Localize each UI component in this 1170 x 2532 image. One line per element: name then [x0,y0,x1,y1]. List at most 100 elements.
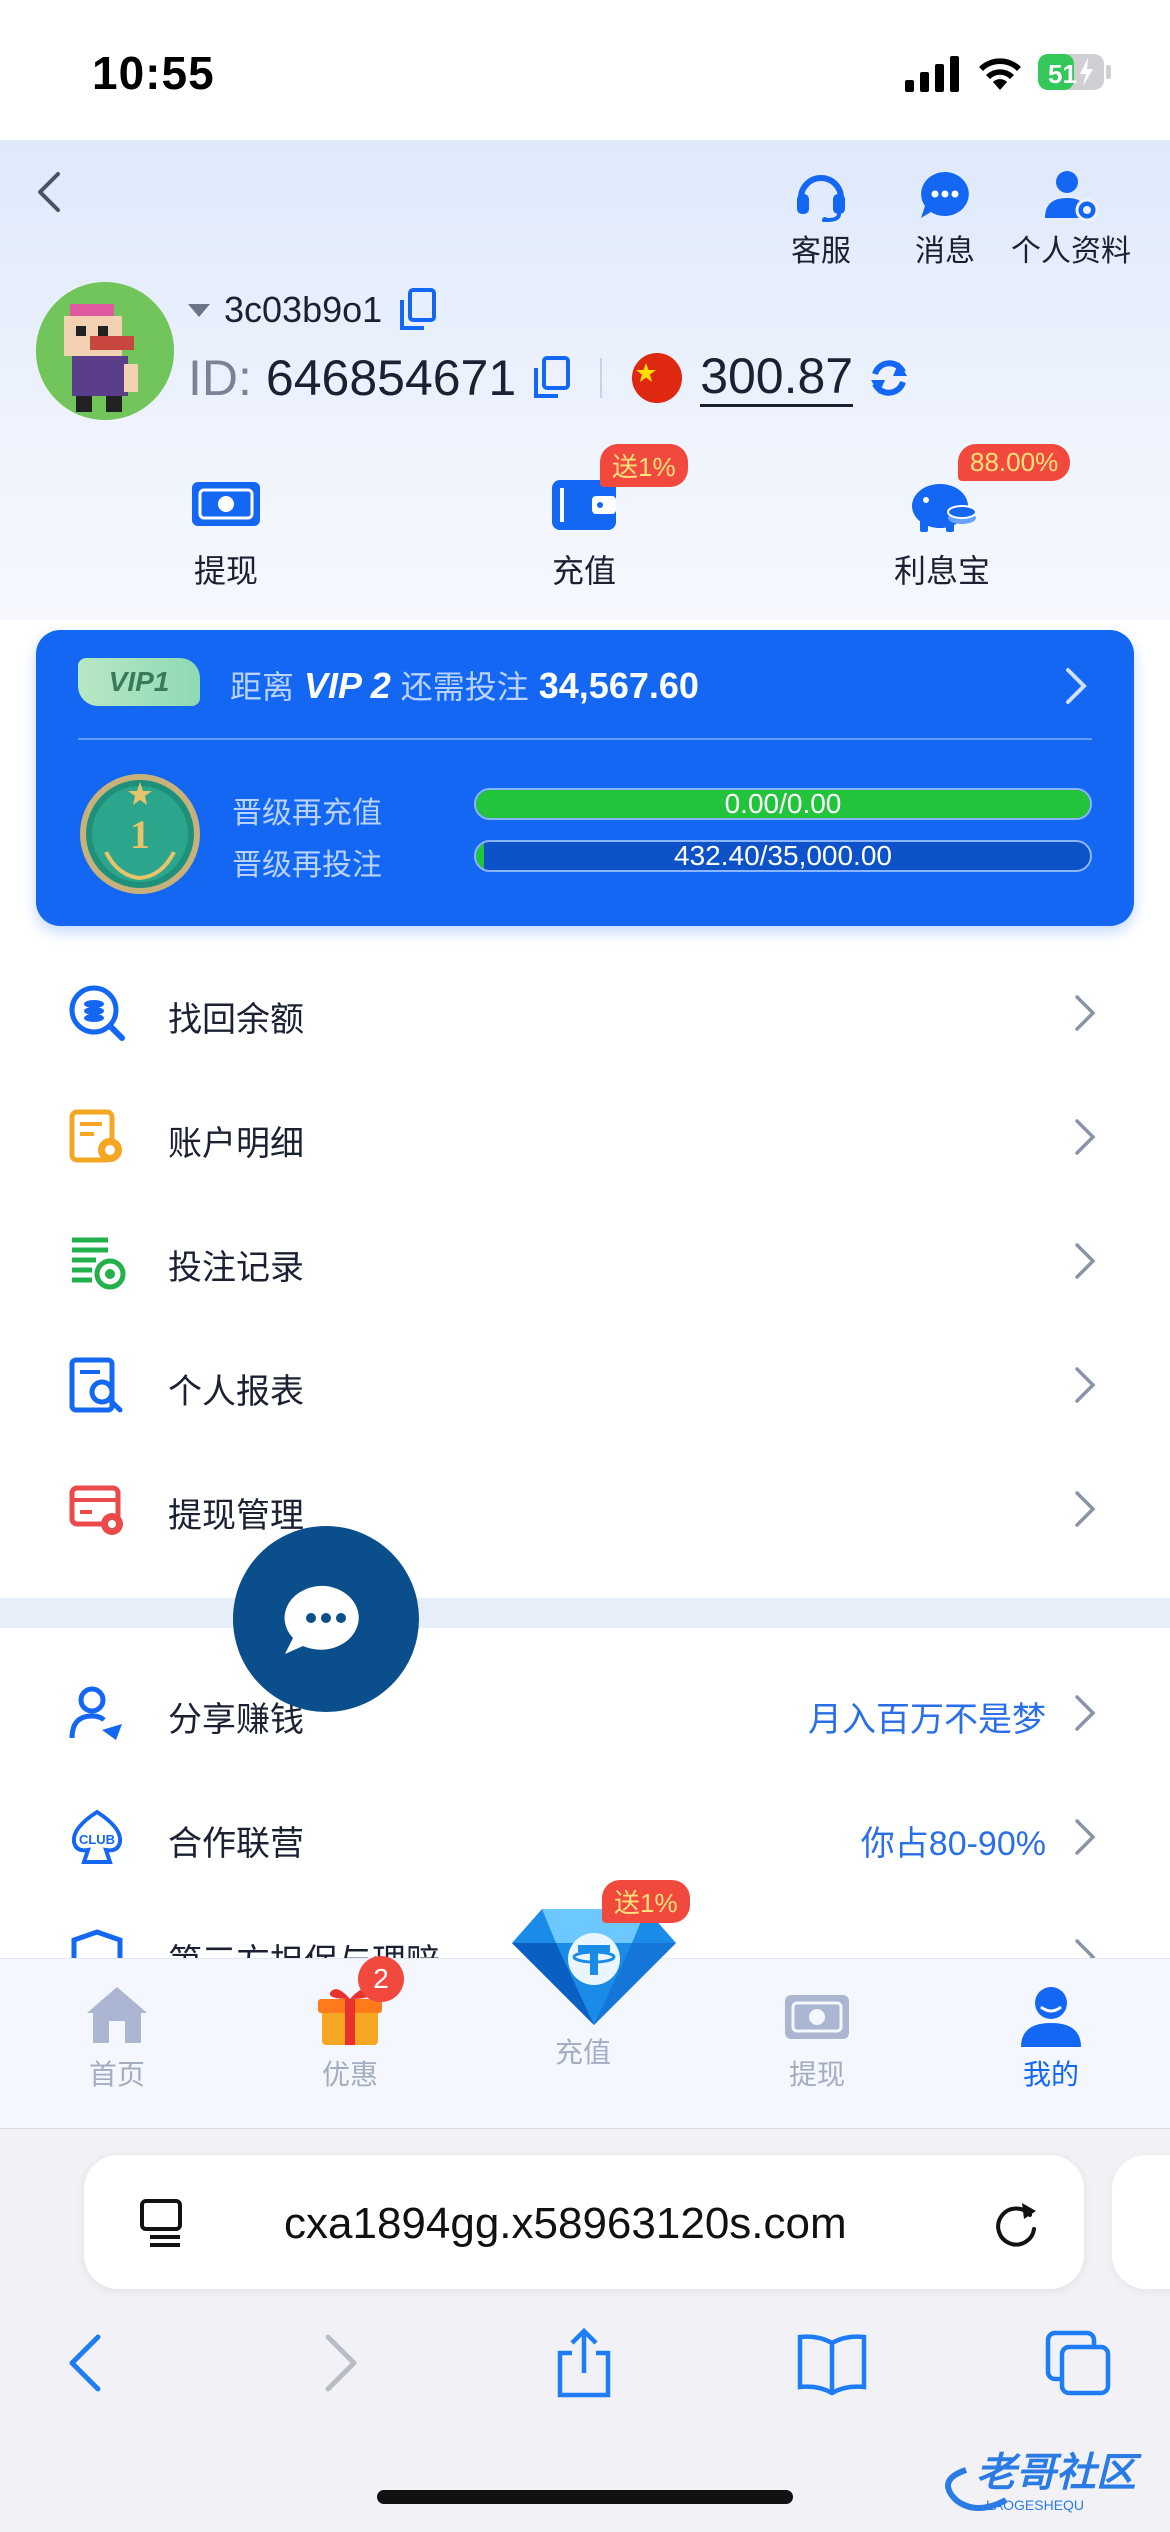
withdraw-quick-button[interactable]: 提现 [126,470,326,592]
page-menu-icon[interactable] [136,2197,186,2247]
menu-label: 第三方担保与理赔 [168,1934,440,1958]
customer-service-label: 客服 [791,235,851,268]
profile-button[interactable]: 个人资料 [1006,168,1136,270]
copy-icon[interactable] [398,288,437,332]
share-icon[interactable] [548,2327,620,2399]
medal-number: 1 [130,812,150,857]
interest-treasure-label: 利息宝 [893,553,990,589]
chevron-right-icon[interactable] [1064,666,1088,706]
avatar[interactable] [36,282,174,420]
tabs-icon[interactable] [1042,2327,1114,2399]
tab-promotions[interactable]: 优惠 [275,1981,425,2093]
menu-item-partnership[interactable]: CLUB 合作联营 你占80-90% [0,1774,1170,1898]
username: 3c03b9o1 [224,289,383,330]
profile-label: 个人资料 [1011,235,1131,268]
menu-item-bet-record[interactable]: 投注记录 [0,1198,1170,1322]
china-flag-icon [632,352,683,403]
menu-label: 投注记录 [168,1249,304,1287]
vip-next-level: VIP 2 [304,665,391,706]
vip-card[interactable]: VIP1 距离 VIP 2 还需投注 34,567.60 1 晋级再充值 0.0… [36,630,1134,926]
menu-label: 个人报表 [168,1373,304,1411]
menu-item-personal-report[interactable]: 个人报表 [0,1322,1170,1446]
menu-item-account-detail[interactable]: 账户明细 [0,1074,1170,1198]
vip-distance-mid: 还需投注 [400,669,529,705]
tab-label: 我的 [1022,2059,1079,2090]
menu-hint: 月入百万不是梦 [808,1701,1046,1739]
pixel-character-icon [36,282,174,420]
user-settings-icon [1045,171,1099,222]
vip-medal-icon: 1 [80,774,200,894]
section-divider [0,1598,1170,1628]
chevron-right-icon [1075,995,1096,1031]
vip-divider [78,738,1092,740]
next-tab-peek[interactable] [1112,2155,1170,2289]
chevron-right-icon [1075,1491,1096,1527]
chevron-right-icon [1075,1119,1096,1155]
chevron-right-icon [1075,1939,1096,1958]
user-id: 646854671 [265,349,517,406]
chevron-right-icon [1075,1695,1096,1731]
menu-hint: 你占80-90% [860,1825,1046,1863]
bookmarks-icon[interactable] [796,2327,868,2399]
menu-label: 找回余额 [168,1001,304,1039]
balance-amount[interactable]: 300.87 [700,348,854,407]
bet-progress-text: 432.40/35,000.00 [674,840,892,871]
reload-icon[interactable] [990,2197,1042,2251]
tab-recharge[interactable]: 充值 [508,1909,676,2071]
share-user-icon [69,1686,122,1740]
cash-icon [192,482,260,526]
messages-button[interactable]: 消息 [880,168,1010,270]
user-icon [1021,1987,1081,2047]
menu-label: 账户明细 [168,1125,304,1163]
tab-home[interactable]: 首页 [42,1981,192,2093]
messages-label: 消息 [915,235,975,268]
vip-distance-text: 距离 VIP 2 还需投注 34,567.60 [230,662,699,708]
battery-icon: 51 [1038,54,1111,90]
tab-recharge-bonus-badge: 送1% [602,1880,690,1923]
username-row: 3c03b9o1 [188,288,437,332]
address-bar[interactable]: cxa1894gg.x58963120s.com [84,2155,1084,2289]
chevron-right-icon [1075,1243,1096,1279]
tab-label: 提现 [788,2059,845,2090]
recharge-quick-button[interactable]: 充值 [484,470,684,592]
back-arrow-icon[interactable] [26,164,72,220]
watermark-logo: 老哥社区 LAOGESHEQU [945,2451,1142,2513]
customer-service-button[interactable]: 客服 [756,168,886,270]
divider [600,357,603,398]
club-icon: CLUB [71,1809,123,1864]
svg-text:LAOGESHEQU: LAOGESHEQU [986,2497,1084,2513]
refresh-balance-icon[interactable] [867,356,911,400]
status-time: 10:55 [92,47,215,99]
id-balance-row: ID: 646854671 300.87 [188,348,911,407]
status-bar: 10:55 51 [0,0,1170,140]
interest-treasure-button[interactable]: 利息宝 [842,470,1042,592]
browser-back-icon[interactable] [52,2327,124,2399]
menu-item-recover-balance[interactable]: 找回余额 [0,950,1170,1074]
bottom-tab-bar: 首页 优惠 充值 提现 我的 [0,1909,1170,2128]
copy-id-icon[interactable] [532,355,571,400]
browser-forward-icon[interactable] [302,2327,374,2399]
interest-rate-badge: 88.00% [958,444,1071,481]
bet-record-icon [72,1237,126,1290]
shield-icon [71,1929,123,1958]
recharge-progress-label: 晋级再充值 [232,797,382,830]
recharge-progress-bar: 0.00/0.00 [474,788,1092,820]
withdraw-quick-label: 提现 [193,553,258,589]
tab-withdraw[interactable]: 提现 [742,1981,892,2093]
chat-bubble-icon [921,172,969,218]
tab-mine[interactable]: 我的 [976,1981,1126,2093]
search-coins-icon [69,985,125,1041]
cash-icon [785,1995,849,2039]
home-indicator [377,2490,793,2504]
url-text: cxa1894gg.x58963120s.com [284,2199,847,2248]
dropdown-triangle-icon[interactable] [188,303,210,317]
menu-item-withdraw-manage[interactable]: 提现管理 [0,1446,1170,1570]
withdraw-manage-icon [69,1485,123,1535]
home-icon [87,1987,147,2043]
tab-label: 首页 [88,2059,145,2090]
headset-icon [797,175,845,222]
cellular-signal-icon [905,56,959,92]
menu-item-share-earn[interactable]: 分享赚钱 月入百万不是梦 [0,1650,1170,1774]
vip-distance-amount: 34,567.60 [538,665,699,706]
floating-chat-button[interactable] [233,1526,419,1712]
